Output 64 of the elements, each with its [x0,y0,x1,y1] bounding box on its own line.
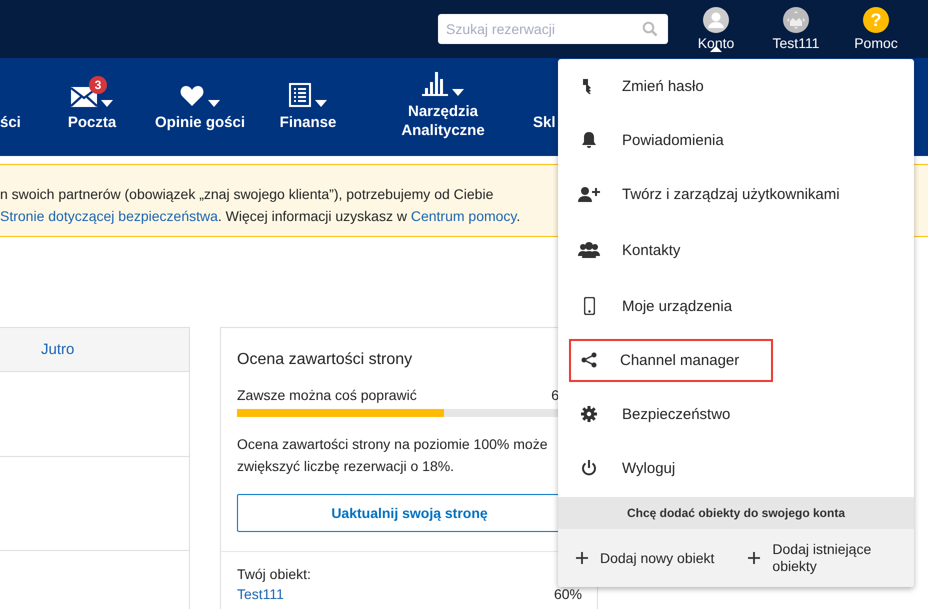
menu-label: Powiadomienia [621,130,725,150]
menu-item[interactable]: Bezpieczeństwo [558,387,914,441]
menu-label: Twórz i zarządzaj użytkownikami [621,184,841,204]
menu-item[interactable]: Powiadomienia [558,113,914,167]
nav-item[interactable]: Narzędzia Analityczne [358,58,528,156]
top-bar-button[interactable]: Test111 [756,0,836,51]
property-score: 60% [554,586,582,602]
nav-item[interactable]: Opinie gości [142,58,258,156]
property-link[interactable]: Test111 [237,586,284,602]
power-icon [581,460,597,476]
phone-icon [584,297,594,315]
menu-label: Wyloguj [621,458,676,478]
add-property-button[interactable]: Dodaj istniejące obiekty [748,541,888,575]
bell-icon [582,132,596,148]
envelope-icon [71,87,97,107]
heart-icon [180,85,204,107]
nav-item[interactable]: Skl [533,58,556,156]
help-link[interactable]: Centrum pomocy [410,208,516,224]
settings-icon [581,406,597,422]
search-icon [642,21,658,37]
top-bar-button[interactable]: Konto [676,0,756,51]
menu-item[interactable]: Zmień hasło [558,59,914,113]
nav-item[interactable]: Finanse [258,58,358,156]
menu-label: Kontakty [621,240,682,260]
nav-label: Skl [533,113,556,132]
menu-label: Bezpieczeństwo [621,404,732,424]
property-label: Twój obiekt: [237,566,312,582]
notification-badge: 3 [89,76,107,94]
help-icon: ? [863,7,889,33]
nav-item[interactable]: 3 Poczta [42,58,142,156]
bar-chart-icon [422,70,448,96]
nav-label: Opinie gości [154,113,245,132]
nav-label: Finanse [280,113,336,132]
menu-item[interactable]: Channel manager [558,333,914,387]
menu-section-header: Chcę dodać obiekty do swojego konta [558,497,914,529]
menu-label: Moje urządzenia [621,296,734,316]
menu-label: Zmień hasło [621,76,705,96]
plus-icon [748,552,760,564]
menu-item[interactable]: Twórz i zarządzaj użytkownikami [558,167,914,221]
notice-text: Stronie dotyczącej bezpieczeństwa. Więcej informacji uzyskasz w Centrum pomocy. [0,207,520,226]
property-icon [783,7,809,33]
help-link[interactable]: Stronie dotyczącej bezpieczeństwa [0,208,218,224]
highlighted-label: Channel manager [569,338,774,382]
score-description: Ocena zawartości strony na poziomie 100% może zwiększyć liczbę rezerwacji o 18%. [237,435,548,476]
card-title: Ocena zawartości strony [237,351,414,369]
menu-item[interactable]: Wyloguj [558,441,914,495]
menu-item[interactable]: Kontakty [558,221,914,279]
search-field[interactable]: Szukaj rezerwacji [438,14,668,44]
nav-label: Narzędzia Analityczne [400,102,486,140]
user-plus-icon [578,186,600,202]
column-header[interactable]: Jutro [41,341,74,358]
top-bar-button[interactable]: ? Pomoc [836,0,916,51]
nav-label: ści [0,113,21,132]
progress-label: Zawsze można coś poprawić [237,387,417,403]
plus-icon [576,552,588,564]
progress-value: 6 [551,387,559,403]
share-icon [581,352,597,368]
menu-item[interactable]: Moje urządzenia [558,279,914,333]
notice-text: n swoich partnerów (obowiązek „znaj swojego klienta”), potrzebujemy od Ciebie [0,185,494,204]
add-property-button[interactable]: Dodaj nowy obiekt [576,550,714,566]
avatar-icon [703,7,729,33]
people-icon [578,242,600,258]
nav-label: Poczta [68,113,116,132]
list-icon [289,83,311,107]
